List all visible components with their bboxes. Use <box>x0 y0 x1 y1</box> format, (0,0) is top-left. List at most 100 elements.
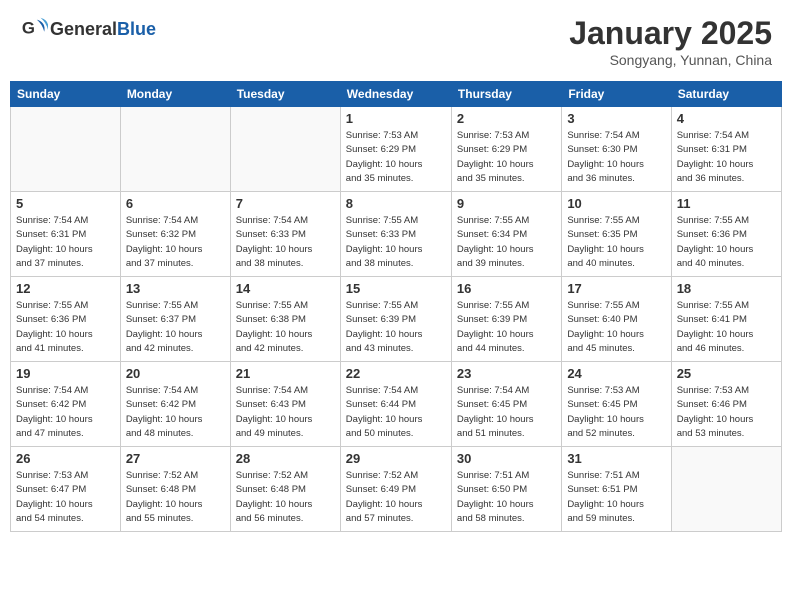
weekday-header-sunday: Sunday <box>11 82 121 107</box>
calendar-cell: 4 Sunrise: 7:54 AMSunset: 6:31 PMDaylight… <box>671 107 781 192</box>
day-info: Sunrise: 7:54 AMSunset: 6:31 PMDaylight:… <box>16 214 115 271</box>
logo: G GeneralBlue <box>20 15 156 43</box>
calendar-cell: 20 Sunrise: 7:54 AMSunset: 6:42 PMDayligh… <box>120 362 230 447</box>
day-info: Sunrise: 7:55 AMSunset: 6:36 PMDaylight:… <box>677 214 776 271</box>
day-number: 17 <box>567 281 665 296</box>
day-info: Sunrise: 7:55 AMSunset: 6:33 PMDaylight:… <box>346 214 446 271</box>
day-info: Sunrise: 7:54 AMSunset: 6:33 PMDaylight:… <box>236 214 335 271</box>
calendar-cell: 6Sunrise: 7:54 AMSunset: 6:32 PMDaylight… <box>120 192 230 277</box>
week-row-4: 19 Sunrise: 7:54 AMSunset: 6:42 PMDayligh… <box>11 362 782 447</box>
weekday-header-row: SundayMondayTuesdayWednesdayThursdayFrid… <box>11 82 782 107</box>
day-info: Sunrise: 7:53 AMSunset: 6:46 PMDaylight:… <box>677 384 776 441</box>
day-number: 23 <box>457 366 556 381</box>
calendar-cell: 16Sunrise: 7:55 AMSunset: 6:39 PMDayligh… <box>451 277 561 362</box>
day-info: Sunrise: 7:55 AMSunset: 6:35 PMDaylight:… <box>567 214 665 271</box>
weekday-header-thursday: Thursday <box>451 82 561 107</box>
logo-general: General <box>50 19 117 39</box>
day-number: 13 <box>126 281 225 296</box>
calendar-cell: 30Sunrise: 7:51 AMSunset: 6:50 PMDayligh… <box>451 447 561 532</box>
calendar-cell: 12Sunrise: 7:55 AMSunset: 6:36 PMDayligh… <box>11 277 121 362</box>
calendar-cell: 19 Sunrise: 7:54 AMSunset: 6:42 PMDayligh… <box>11 362 121 447</box>
day-number: 19 <box>16 366 115 381</box>
day-number: 11 <box>677 196 776 211</box>
day-info: Sunrise: 7:52 AMSunset: 6:49 PMDaylight:… <box>346 469 446 526</box>
day-number: 15 <box>346 281 446 296</box>
day-info: Sunrise: 7:53 AMSunset: 6:47 PMDaylight:… <box>16 469 115 526</box>
weekday-header-tuesday: Tuesday <box>230 82 340 107</box>
day-info: Sunrise: 7:51 AMSunset: 6:51 PMDaylight:… <box>567 469 665 526</box>
calendar-cell: 5 Sunrise: 7:54 AMSunset: 6:31 PMDaylight… <box>11 192 121 277</box>
calendar-cell: 7Sunrise: 7:54 AMSunset: 6:33 PMDaylight… <box>230 192 340 277</box>
day-number: 9 <box>457 196 556 211</box>
day-info: Sunrise: 7:55 AMSunset: 6:37 PMDaylight:… <box>126 299 225 356</box>
day-number: 24 <box>567 366 665 381</box>
weekday-header-saturday: Saturday <box>671 82 781 107</box>
day-number: 27 <box>126 451 225 466</box>
calendar-cell: 29 Sunrise: 7:52 AMSunset: 6:49 PMDayligh… <box>340 447 451 532</box>
calendar-cell: 8Sunrise: 7:55 AMSunset: 6:33 PMDaylight… <box>340 192 451 277</box>
calendar-cell: 18 Sunrise: 7:55 AMSunset: 6:41 PMDayligh… <box>671 277 781 362</box>
day-info: Sunrise: 7:53 AMSunset: 6:29 PMDaylight:… <box>346 129 446 186</box>
day-number: 10 <box>567 196 665 211</box>
calendar-cell: 31 Sunrise: 7:51 AMSunset: 6:51 PMDayligh… <box>562 447 671 532</box>
calendar-cell: 2Sunrise: 7:53 AMSunset: 6:29 PMDaylight… <box>451 107 561 192</box>
day-number: 1 <box>346 111 446 126</box>
day-info: Sunrise: 7:54 AMSunset: 6:31 PMDaylight:… <box>677 129 776 186</box>
page-header: G GeneralBlue January 2025 Songyang, Yun… <box>10 10 782 73</box>
title-area: January 2025 Songyang, Yunnan, China <box>569 15 772 68</box>
day-number: 6 <box>126 196 225 211</box>
logo-blue: Blue <box>117 19 156 39</box>
calendar-cell: 17 Sunrise: 7:55 AMSunset: 6:40 PMDayligh… <box>562 277 671 362</box>
calendar-cell: 14Sunrise: 7:55 AMSunset: 6:38 PMDayligh… <box>230 277 340 362</box>
calendar-cell: 3 Sunrise: 7:54 AMSunset: 6:30 PMDaylight… <box>562 107 671 192</box>
day-info: Sunrise: 7:54 AMSunset: 6:42 PMDaylight:… <box>126 384 225 441</box>
day-number: 30 <box>457 451 556 466</box>
day-info: Sunrise: 7:52 AMSunset: 6:48 PMDaylight:… <box>126 469 225 526</box>
calendar-cell: 13 Sunrise: 7:55 AMSunset: 6:37 PMDayligh… <box>120 277 230 362</box>
day-number: 12 <box>16 281 115 296</box>
day-info: Sunrise: 7:54 AMSunset: 6:44 PMDaylight:… <box>346 384 446 441</box>
day-number: 22 <box>346 366 446 381</box>
day-info: Sunrise: 7:53 AMSunset: 6:29 PMDaylight:… <box>457 129 556 186</box>
day-number: 3 <box>567 111 665 126</box>
day-info: Sunrise: 7:55 AMSunset: 6:34 PMDaylight:… <box>457 214 556 271</box>
calendar-cell: 24 Sunrise: 7:53 AMSunset: 6:45 PMDayligh… <box>562 362 671 447</box>
calendar-cell: 23 Sunrise: 7:54 AMSunset: 6:45 PMDayligh… <box>451 362 561 447</box>
day-info: Sunrise: 7:55 AMSunset: 6:41 PMDaylight:… <box>677 299 776 356</box>
calendar-cell <box>120 107 230 192</box>
weekday-header-friday: Friday <box>562 82 671 107</box>
day-number: 16 <box>457 281 556 296</box>
location-title: Songyang, Yunnan, China <box>569 52 772 68</box>
week-row-3: 12Sunrise: 7:55 AMSunset: 6:36 PMDayligh… <box>11 277 782 362</box>
calendar-cell <box>230 107 340 192</box>
day-number: 31 <box>567 451 665 466</box>
logo-icon: G <box>20 15 48 43</box>
weekday-header-monday: Monday <box>120 82 230 107</box>
calendar-cell: 26Sunrise: 7:53 AMSunset: 6:47 PMDayligh… <box>11 447 121 532</box>
day-info: Sunrise: 7:52 AMSunset: 6:48 PMDaylight:… <box>236 469 335 526</box>
day-info: Sunrise: 7:55 AMSunset: 6:39 PMDaylight:… <box>346 299 446 356</box>
day-number: 4 <box>677 111 776 126</box>
day-number: 28 <box>236 451 335 466</box>
day-number: 20 <box>126 366 225 381</box>
month-title: January 2025 <box>569 15 772 52</box>
calendar-cell: 1 Sunrise: 7:53 AMSunset: 6:29 PMDaylight… <box>340 107 451 192</box>
calendar-cell: 21Sunrise: 7:54 AMSunset: 6:43 PMDayligh… <box>230 362 340 447</box>
calendar-cell: 9 Sunrise: 7:55 AMSunset: 6:34 PMDaylight… <box>451 192 561 277</box>
day-number: 18 <box>677 281 776 296</box>
week-row-1: 1 Sunrise: 7:53 AMSunset: 6:29 PMDaylight… <box>11 107 782 192</box>
day-info: Sunrise: 7:54 AMSunset: 6:30 PMDaylight:… <box>567 129 665 186</box>
day-number: 5 <box>16 196 115 211</box>
day-info: Sunrise: 7:55 AMSunset: 6:40 PMDaylight:… <box>567 299 665 356</box>
svg-text:G: G <box>22 19 35 38</box>
calendar-cell <box>671 447 781 532</box>
day-number: 29 <box>346 451 446 466</box>
calendar-cell: 25Sunrise: 7:53 AMSunset: 6:46 PMDayligh… <box>671 362 781 447</box>
day-info: Sunrise: 7:54 AMSunset: 6:42 PMDaylight:… <box>16 384 115 441</box>
weekday-header-wednesday: Wednesday <box>340 82 451 107</box>
day-number: 14 <box>236 281 335 296</box>
day-number: 21 <box>236 366 335 381</box>
day-info: Sunrise: 7:53 AMSunset: 6:45 PMDaylight:… <box>567 384 665 441</box>
day-info: Sunrise: 7:54 AMSunset: 6:45 PMDaylight:… <box>457 384 556 441</box>
calendar-cell: 11 Sunrise: 7:55 AMSunset: 6:36 PMDayligh… <box>671 192 781 277</box>
